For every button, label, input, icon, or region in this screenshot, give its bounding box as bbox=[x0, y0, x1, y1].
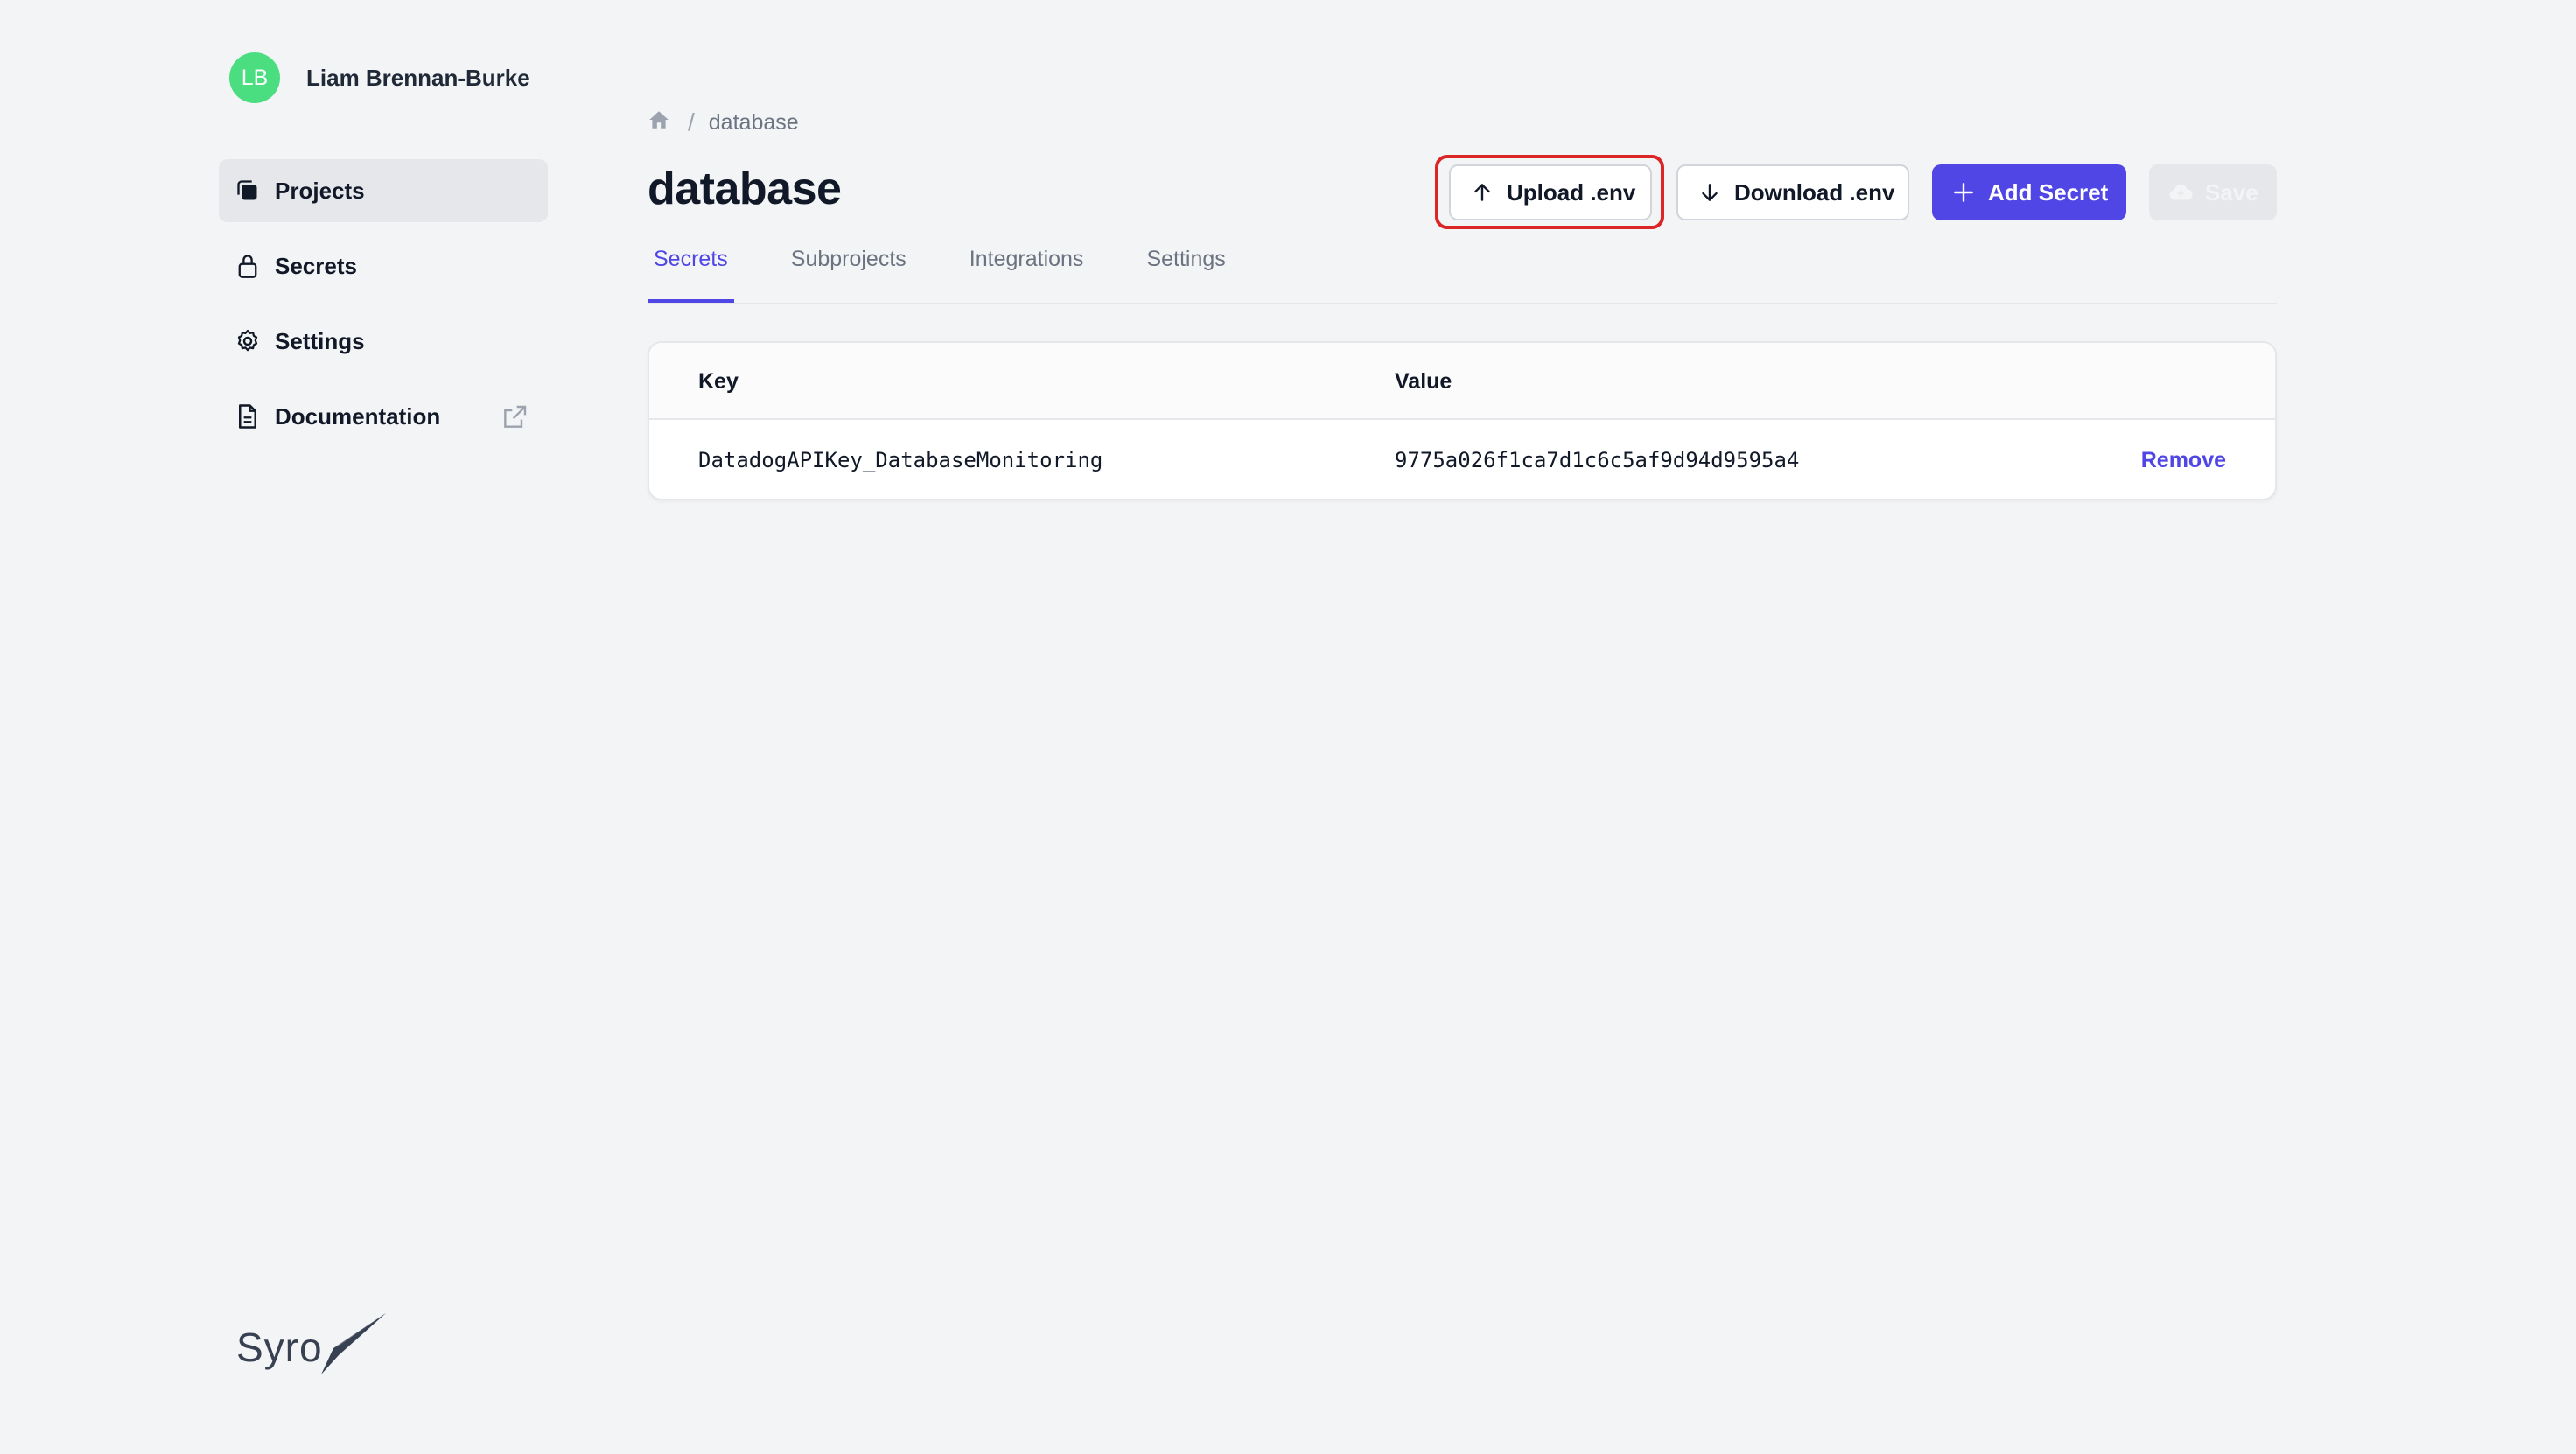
add-secret-label: Add Secret bbox=[1988, 178, 2109, 206]
add-secret-button[interactable]: Add Secret bbox=[1932, 164, 2126, 220]
lock-icon bbox=[234, 253, 261, 279]
document-icon bbox=[234, 403, 261, 430]
gear-icon bbox=[234, 328, 261, 354]
remove-secret-button[interactable]: Remove bbox=[2141, 448, 2226, 473]
user-name: Liam Brennan-Burke bbox=[306, 64, 530, 91]
save-label: Save bbox=[2205, 178, 2258, 206]
projects-icon bbox=[234, 178, 261, 204]
tab-secrets[interactable]: Secrets bbox=[648, 229, 734, 303]
breadcrumb-current[interactable]: database bbox=[709, 110, 799, 136]
user-profile[interactable]: LB Liam Brennan-Burke bbox=[229, 52, 530, 103]
secret-key[interactable]: DatadogAPIKey_DatabaseMonitoring bbox=[698, 448, 1102, 472]
cloud-upload-icon bbox=[2168, 180, 2193, 205]
arrow-down-icon bbox=[1698, 180, 1722, 205]
avatar: LB bbox=[229, 52, 280, 103]
table-header: Key Value bbox=[649, 343, 2275, 420]
download-env-button[interactable]: Download .env bbox=[1676, 164, 1909, 220]
tab-subprojects[interactable]: Subprojects bbox=[785, 229, 913, 303]
breadcrumb-separator: / bbox=[688, 108, 695, 136]
secrets-table: Key Value DatadogAPIKey_DatabaseMonitori… bbox=[648, 341, 2277, 500]
sidebar-item-settings[interactable]: Settings bbox=[219, 310, 548, 373]
plus-icon bbox=[1951, 180, 1976, 205]
sidebar-item-label: Documentation bbox=[275, 402, 441, 430]
column-header-value: Value bbox=[1395, 369, 1452, 394]
tab-bar: Secrets Subprojects Integrations Setting… bbox=[648, 229, 2277, 304]
table-row: DatadogAPIKey_DatabaseMonitoring 9775a02… bbox=[649, 420, 2275, 499]
brand-logo: Syro bbox=[236, 1313, 388, 1378]
external-link-icon bbox=[500, 403, 528, 431]
sidebar-item-secrets[interactable]: Secrets bbox=[219, 234, 548, 297]
arrow-up-icon bbox=[1470, 180, 1494, 205]
breadcrumb: / database bbox=[648, 107, 799, 138]
home-icon[interactable] bbox=[648, 108, 670, 137]
save-button[interactable]: Save bbox=[2149, 164, 2277, 220]
tab-settings[interactable]: Settings bbox=[1140, 229, 1231, 303]
sidebar-item-documentation[interactable]: Documentation bbox=[219, 385, 548, 448]
upload-env-label: Upload .env bbox=[1507, 178, 1636, 206]
sidebar-item-projects[interactable]: Projects bbox=[219, 159, 548, 222]
sidebar-item-label: Secrets bbox=[275, 252, 357, 279]
brand-name: Syro bbox=[236, 1325, 323, 1370]
download-env-label: Download .env bbox=[1734, 178, 1895, 206]
sidebar-nav: Projects Secrets Settings Documentation bbox=[219, 159, 548, 460]
secret-value[interactable]: 9775a026f1ca7d1c6c5af9d94d9595a4 bbox=[1395, 448, 1799, 472]
tab-integrations[interactable]: Integrations bbox=[963, 229, 1090, 303]
upload-env-button[interactable]: Upload .env bbox=[1449, 164, 1652, 220]
sidebar-item-label: Projects bbox=[275, 177, 365, 204]
brand-mark-icon bbox=[320, 1313, 386, 1374]
column-header-key: Key bbox=[698, 369, 738, 394]
sidebar-item-label: Settings bbox=[275, 327, 365, 354]
page-title: database bbox=[648, 164, 842, 214]
